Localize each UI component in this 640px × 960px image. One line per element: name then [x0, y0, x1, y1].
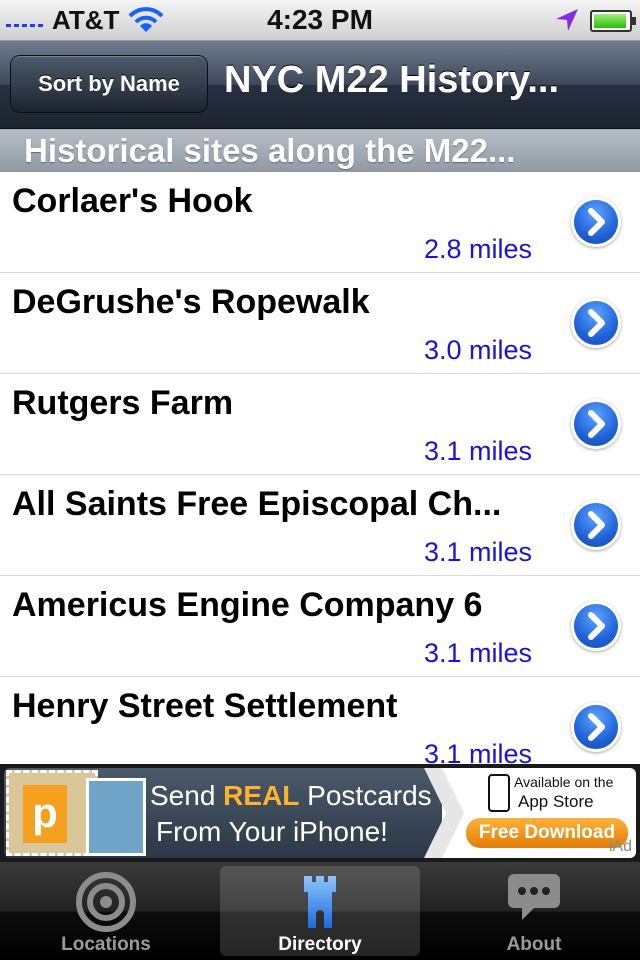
site-distance: 3.1 miles — [423, 436, 532, 466]
iphone-icon — [488, 774, 510, 812]
section-header: Historical sites along the M22... — [0, 129, 640, 173]
speech-bubble-icon — [508, 874, 560, 920]
tab-locations[interactable]: Locations — [0, 862, 212, 960]
tab-about[interactable]: About — [428, 862, 640, 960]
ad-headline-suffix: Postcards — [299, 780, 432, 811]
tab-label: Locations — [61, 934, 151, 955]
site-name: Rutgers Farm — [12, 384, 234, 422]
site-distance: 3.1 miles — [423, 537, 532, 567]
site-name: DeGrushe's Ropewalk — [12, 283, 370, 321]
battery-icon — [590, 10, 636, 32]
page-title: NYC M22 History... — [224, 59, 560, 101]
list-item[interactable]: Henry Street Settlement 3.1 miles — [0, 677, 640, 764]
list-item[interactable]: DeGrushe's Ropewalk 3.0 miles — [0, 273, 640, 374]
tab-directory[interactable]: Directory — [214, 862, 426, 960]
chevron-right-icon[interactable] — [574, 402, 618, 446]
chevron-right-icon[interactable] — [574, 503, 618, 547]
list-item[interactable]: Americus Engine Company 6 3.1 miles — [0, 576, 640, 677]
target-icon — [76, 872, 136, 932]
sort-by-name-button[interactable]: Sort by Name — [10, 55, 208, 113]
navigation-bar: Sort by Name NYC M22 History... — [0, 41, 640, 129]
status-bar: AT&T 4:23 PM — [0, 0, 640, 41]
site-distance: 3.1 miles — [423, 739, 532, 764]
photo-stamp-image — [86, 778, 146, 856]
ad-headline: Send REAL Postcards — [150, 780, 432, 812]
ad-subline: From Your iPhone! — [156, 816, 388, 847]
site-distance: 3.1 miles — [423, 638, 532, 668]
chevron-right-icon[interactable] — [574, 705, 618, 749]
sites-list[interactable]: Corlaer's Hook 2.8 miles DeGrushe's Rope… — [0, 172, 640, 764]
location-arrow-icon — [556, 9, 578, 31]
site-name: Americus Engine Company 6 — [12, 586, 483, 624]
tab-label: Directory — [278, 934, 362, 955]
ad-banner[interactable]: p Send REAL Postcards From Your iPhone! … — [0, 764, 640, 862]
list-item[interactable]: All Saints Free Episcopal Ch... 3.1 mile… — [0, 475, 640, 576]
chevron-right-icon[interactable] — [574, 301, 618, 345]
site-distance: 2.8 miles — [423, 234, 532, 264]
section-title: Historical sites along the M22... — [24, 132, 516, 169]
tower-icon — [304, 876, 336, 928]
ad-headline-prefix: Send — [150, 780, 224, 811]
free-download-button[interactable]: Free Download — [466, 818, 628, 848]
ad-content[interactable]: p Send REAL Postcards From Your iPhone! … — [4, 768, 636, 858]
site-name: Corlaer's Hook — [12, 182, 253, 220]
chevron-right-icon[interactable] — [574, 604, 618, 648]
postcard-stamp-image: p — [6, 770, 98, 856]
list-item[interactable]: Rutgers Farm 3.1 miles — [0, 374, 640, 475]
site-distance: 3.0 miles — [423, 335, 532, 365]
app-logo: p — [23, 785, 67, 843]
chevron-right-icon[interactable] — [574, 200, 618, 244]
site-name: All Saints Free Episcopal Ch... — [12, 485, 502, 523]
ad-divider-chevron — [424, 768, 464, 858]
app-store-caption: Available on the — [514, 774, 614, 790]
list-item[interactable]: Corlaer's Hook 2.8 miles — [0, 172, 640, 273]
tab-label: About — [506, 934, 562, 955]
ad-headline-highlight: REAL — [223, 780, 300, 811]
site-name: Henry Street Settlement — [12, 687, 398, 725]
app-store-label: App Store — [518, 792, 594, 811]
tab-bar: Locations Directory About — [0, 862, 640, 960]
iad-badge: iAd — [608, 838, 632, 855]
clock: 4:23 PM — [267, 4, 373, 35]
